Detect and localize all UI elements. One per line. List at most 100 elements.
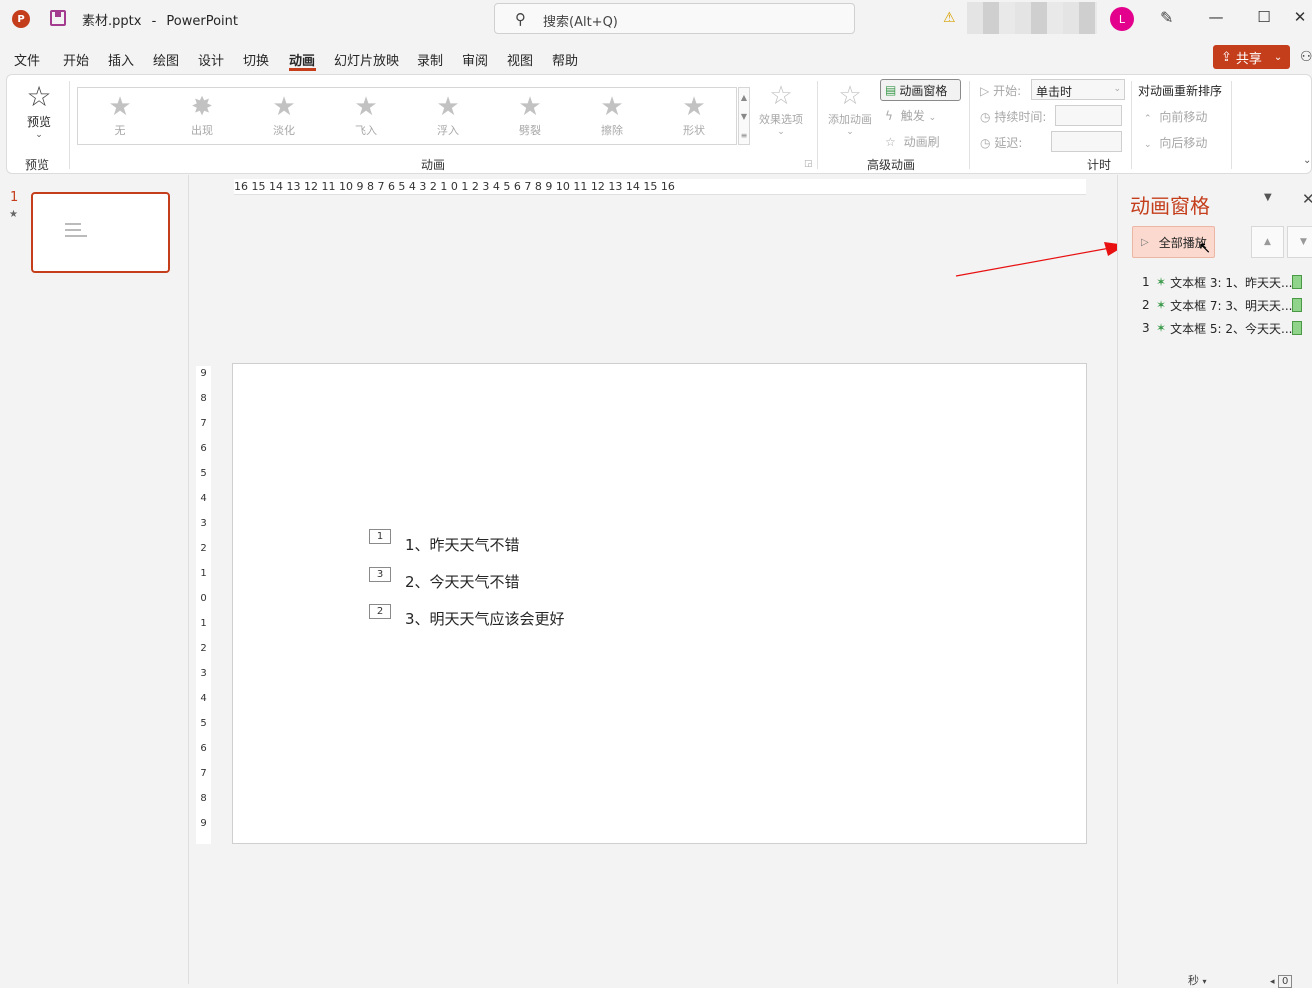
animation-row-label: 文本框 7: 3、明天天... — [1170, 298, 1293, 313]
clock-icon: ◷ — [980, 110, 991, 124]
gallery-item-float-in[interactable]: ★ 浮入 — [418, 92, 478, 142]
slide-canvas[interactable]: 1 1、昨天天气不错 3 2、今天天气不错 2 3、明天天气应该会更好 — [232, 363, 1087, 844]
animation-order-tag[interactable]: 1 — [369, 529, 391, 544]
effect-options-button[interactable]: ☆ 效果选项 ⌄ — [755, 81, 807, 137]
slide-thumbnail[interactable] — [31, 192, 170, 273]
effect-options-label: 效果选项 — [759, 113, 803, 126]
pen-icon[interactable]: ✎ — [1160, 8, 1173, 27]
search-box[interactable]: ⚲ 搜索(Alt+Q) — [494, 3, 855, 34]
tab-view[interactable]: 视图 — [507, 50, 533, 69]
animation-list-item[interactable]: 1 ✶ 文本框 3: 1、昨天天... — [1142, 272, 1307, 292]
animation-list-item[interactable]: 3 ✶ 文本框 5: 2、今天天... — [1142, 318, 1307, 338]
vruler-tick: 5 — [200, 468, 207, 479]
tab-transitions[interactable]: 切换 — [243, 50, 269, 69]
vruler-tick: 8 — [200, 793, 207, 804]
star-icon: ★ — [518, 92, 542, 122]
vertical-ruler: 9 8 7 6 5 4 3 2 1 0 1 2 3 4 5 6 7 8 9 — [196, 366, 211, 844]
close-window-icon[interactable]: ✕ — [1290, 8, 1310, 26]
animation-list-item[interactable]: 2 ✶ 文本框 7: 3、明天天... — [1142, 295, 1307, 315]
animation-order-tag[interactable]: 3 — [369, 567, 391, 582]
start-label: ▷ 开始: — [980, 82, 1021, 99]
tab-home[interactable]: 开始 — [63, 50, 89, 69]
gallery-item-shape[interactable]: ★ 形状 — [664, 92, 724, 142]
animation-row-number: 3 — [1142, 321, 1150, 335]
move-down-button[interactable]: ▼ — [1287, 226, 1312, 258]
gallery-item-wipe[interactable]: ★ 擦除 — [582, 92, 642, 142]
move-later-button[interactable]: ⌄ 向后移动 — [1144, 134, 1207, 151]
move-earlier-button[interactable]: ⌃ 向前移动 — [1144, 108, 1207, 125]
tab-review[interactable]: 审阅 — [462, 50, 488, 69]
zoom-box[interactable]: 0 — [1278, 975, 1293, 988]
trigger-button[interactable]: ϟ 触发 ⌄ — [885, 107, 936, 124]
animation-painter-button[interactable]: ☆ 动画刷 — [885, 133, 940, 150]
chevron-down-icon: ⌄ — [846, 127, 854, 137]
minimize-icon[interactable]: — — [1206, 8, 1226, 26]
vruler-tick: 7 — [200, 418, 207, 429]
menu-bar: 文件 开始 插入 绘图 设计 切换 动画 幻灯片放映 录制 审阅 视图 帮助 — [0, 44, 1312, 72]
trigger-label: 触发 — [900, 109, 925, 123]
save-icon[interactable] — [50, 10, 66, 26]
group-separator — [1131, 81, 1132, 169]
animation-pane-button[interactable]: ▤ 动画窗格 — [880, 79, 961, 101]
vruler-tick: 2 — [200, 643, 207, 654]
collapse-ribbon-icon[interactable]: ⌄ — [1303, 155, 1311, 166]
gallery-item-fly-in[interactable]: ★ 飞入 — [336, 92, 396, 142]
move-later-label: 向后移动 — [1159, 136, 1208, 150]
vruler-tick: 9 — [200, 368, 207, 379]
maximize-icon[interactable]: ☐ — [1254, 8, 1274, 26]
chevron-up-icon[interactable]: ▲ — [739, 88, 749, 107]
tab-draw[interactable]: 绘图 — [153, 50, 179, 69]
share-button[interactable]: ⇪ 共享 ⌄ — [1213, 45, 1290, 69]
share-icon: ⇪ — [1221, 49, 1232, 65]
annotation-arrow — [955, 242, 1126, 277]
tab-help[interactable]: 帮助 — [552, 50, 578, 69]
vruler-tick: 9 — [200, 818, 207, 829]
chevron-left-icon[interactable]: ◂ — [1270, 977, 1275, 987]
slide-text-line[interactable]: 2、今天天气不错 — [405, 571, 520, 592]
seconds-label[interactable]: 秒 — [1188, 974, 1199, 987]
vruler-tick: 2 — [200, 543, 207, 554]
start-select[interactable]: 单击时 ⌄ — [1031, 79, 1125, 100]
move-up-button[interactable]: ▲ — [1251, 226, 1284, 258]
animation-pane-title: 动画窗格 — [1130, 194, 1210, 218]
gallery-item-appear[interactable]: ✸ 出现 — [172, 92, 232, 142]
tab-file[interactable]: 文件 — [14, 50, 40, 69]
vruler-tick: 8 — [200, 393, 207, 404]
gallery-item-none[interactable]: ★ 无 — [90, 92, 150, 142]
clock-icon: ◷ — [980, 136, 991, 150]
entrance-effect-icon: ✶ — [1156, 321, 1167, 335]
slide-text-line[interactable]: 1、昨天天气不错 — [405, 534, 520, 555]
warning-icon[interactable]: ⚠ — [943, 10, 956, 26]
chevron-down-icon: ⌄ — [1113, 84, 1121, 94]
pane-options-icon[interactable]: ▼ — [1264, 192, 1272, 203]
tab-design[interactable]: 设计 — [198, 50, 224, 69]
preview-button[interactable]: ☆ 预览 ⌄ — [19, 81, 59, 141]
gallery-item-split[interactable]: ★ 劈裂 — [500, 92, 560, 142]
gallery-more-icon[interactable]: ≡ — [739, 126, 749, 145]
tab-record[interactable]: 录制 — [417, 50, 443, 69]
delay-label-text: 延迟: — [994, 136, 1023, 150]
vruler-tick: 6 — [200, 443, 207, 454]
slide-text-line[interactable]: 3、明天天气应该会更好 — [405, 608, 565, 629]
tab-animations[interactable]: 动画 — [289, 50, 315, 69]
delay-stepper[interactable] — [1051, 131, 1122, 152]
title-bar: P 素材.pptx - PowerPoint ⚲ 搜索(Alt+Q) ⚠ L ✎… — [0, 0, 1312, 38]
animation-pane-label: 动画窗格 — [899, 83, 948, 98]
lightning-icon: ϟ — [885, 109, 893, 123]
tab-slideshow[interactable]: 幻灯片放映 — [334, 50, 399, 69]
avatar[interactable]: L — [1110, 7, 1134, 31]
tab-insert[interactable]: 插入 — [108, 50, 134, 69]
search-input[interactable]: 搜索(Alt+Q) — [543, 11, 618, 30]
duration-label-text: 持续时间: — [994, 110, 1047, 124]
close-icon[interactable]: ✕ — [1302, 190, 1312, 208]
dialog-launcher-icon[interactable]: ◲ — [804, 159, 813, 169]
gallery-scrollbar[interactable]: ▲ ▼ ≡ — [738, 87, 750, 145]
duration-stepper[interactable] — [1055, 105, 1122, 126]
ribbon: ☆ 预览 ⌄ 预览 ★ 无 ✸ 出现 ★ 淡化 ★ 飞入 ★ 浮入 ★ 劈裂 ★ 擦除 ★ 形状… — [6, 74, 1312, 174]
app-name: PowerPoint — [166, 14, 239, 29]
chevron-down-icon[interactable]: ▼ — [739, 107, 749, 126]
gallery-item-fade[interactable]: ★ 淡化 — [254, 92, 314, 142]
add-animation-button[interactable]: ☆ 添加动画 ⌄ — [823, 81, 877, 137]
animation-order-tag[interactable]: 2 — [369, 604, 391, 619]
person-icon[interactable]: ⚇ — [1300, 49, 1312, 65]
